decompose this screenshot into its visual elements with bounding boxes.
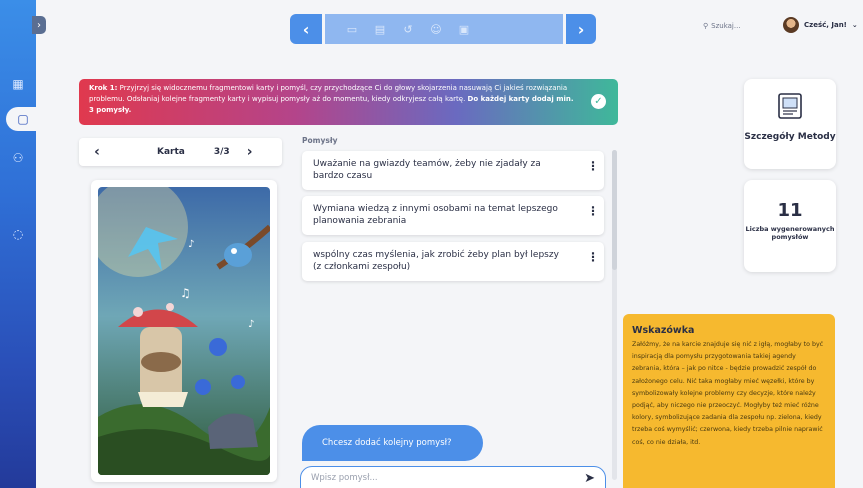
hint-text: Załóżmy, że na karcie znajduje się nić z… — [632, 341, 824, 446]
users-icon[interactable]: ⚇ — [6, 146, 30, 170]
next-step-button[interactable]: › — [566, 14, 596, 44]
grid-icon[interactable]: ▦ — [6, 72, 30, 96]
avatar — [783, 17, 799, 33]
card-illustration: ♪ ♫ ♪ — [98, 187, 270, 475]
idea-item[interactable]: Wymiana wiedzą z innymi osobami na temat… — [302, 196, 604, 235]
previous-card-button[interactable]: ‹ — [87, 144, 107, 160]
idea-input-box: ➤ — [300, 466, 606, 488]
chevron-right-icon: › — [37, 19, 41, 31]
search-box[interactable]: ⚲ Szukaj... — [703, 22, 741, 30]
top-toolbar: ‹ ▭ ▤ ↺ ☺ ▣ › — [290, 14, 596, 44]
card-label: Karta — [157, 147, 185, 157]
add-idea-prompt: Chcesz dodać kolejny pomysł? — [302, 425, 483, 461]
expand-sidebar-button[interactable]: › — [32, 16, 46, 34]
method-details-title: Szczegóły Metody — [744, 132, 836, 142]
idea-text: Wymiana wiedzą z innymi osobami na temat… — [313, 204, 558, 226]
headset-icon[interactable]: ◌ — [6, 222, 30, 246]
ideas-count-card: 11 Liczba wygenerowanych pomysłów — [744, 180, 836, 272]
idea-text: wspólny czas myślenia, jak zrobić żeby p… — [313, 250, 559, 272]
idea-text: Uważanie na gwiazdy teamów, żeby nie zja… — [313, 159, 541, 181]
card-counter: 3/3 — [213, 147, 230, 157]
ideas-scrollbar-thumb[interactable] — [612, 150, 617, 270]
svg-text:♪: ♪ — [248, 319, 254, 330]
more-options-icon[interactable]: ⋮ — [587, 205, 599, 217]
idea-input[interactable] — [311, 473, 585, 483]
notes-icon[interactable]: ▤ — [371, 20, 389, 38]
svg-text:♪: ♪ — [188, 239, 194, 250]
banner-step: Krok 1: — [89, 84, 118, 92]
idea-item[interactable]: Uważanie na gwiazdy teamów, żeby nie zja… — [302, 151, 604, 190]
hint-title: Wskazówka — [632, 325, 695, 336]
next-card-button[interactable]: › — [240, 144, 260, 160]
ideas-count-label: Liczba wygenerowanych pomysłów — [745, 225, 835, 241]
user-menu[interactable]: Cześć, Jan! ⌄ — [783, 17, 858, 33]
svg-text:♫: ♫ — [180, 286, 191, 300]
hint-panel: Wskazówka Załóżmy, że na karcie znajduje… — [623, 314, 835, 488]
method-details-card[interactable]: Szczegóły Metody — [744, 79, 836, 169]
search-placeholder: Szukaj... — [711, 22, 741, 30]
idea-item[interactable]: wspólny czas myślenia, jak zrobić żeby p… — [302, 242, 604, 281]
user-greeting: Cześć, Jan! — [804, 21, 847, 29]
ideas-count: 11 — [777, 200, 803, 221]
ideas-title: Pomysły — [302, 136, 338, 145]
card-navigator: ‹ Karta 3/3 › — [79, 138, 282, 166]
present-icon[interactable]: ▭ — [343, 20, 361, 38]
tool-group: ▭ ▤ ↺ ☺ ▣ — [325, 14, 563, 44]
left-sidebar: ▦ ▢ ⚇ ◌ — [0, 0, 40, 488]
chevron-down-icon: ⌄ — [851, 21, 858, 29]
more-options-icon[interactable]: ⋮ — [587, 160, 599, 172]
send-icon[interactable]: ➤ — [584, 471, 595, 486]
instruction-banner: Krok 1: Przyjrzyj się widocznemu fragmen… — [79, 79, 618, 125]
inspiration-card: ♪ ♫ ♪ — [91, 180, 277, 482]
search-icon: ⚲ — [703, 22, 709, 30]
board-icon[interactable]: ▢ — [6, 107, 40, 131]
save-icon[interactable]: ▣ — [455, 20, 473, 38]
undo-icon[interactable]: ↺ — [399, 20, 417, 38]
check-icon[interactable]: ✓ — [591, 94, 606, 109]
method-icon — [778, 93, 802, 119]
previous-step-button[interactable]: ‹ — [290, 14, 322, 44]
more-options-icon[interactable]: ⋮ — [587, 251, 599, 263]
emoji-icon[interactable]: ☺ — [427, 20, 445, 38]
